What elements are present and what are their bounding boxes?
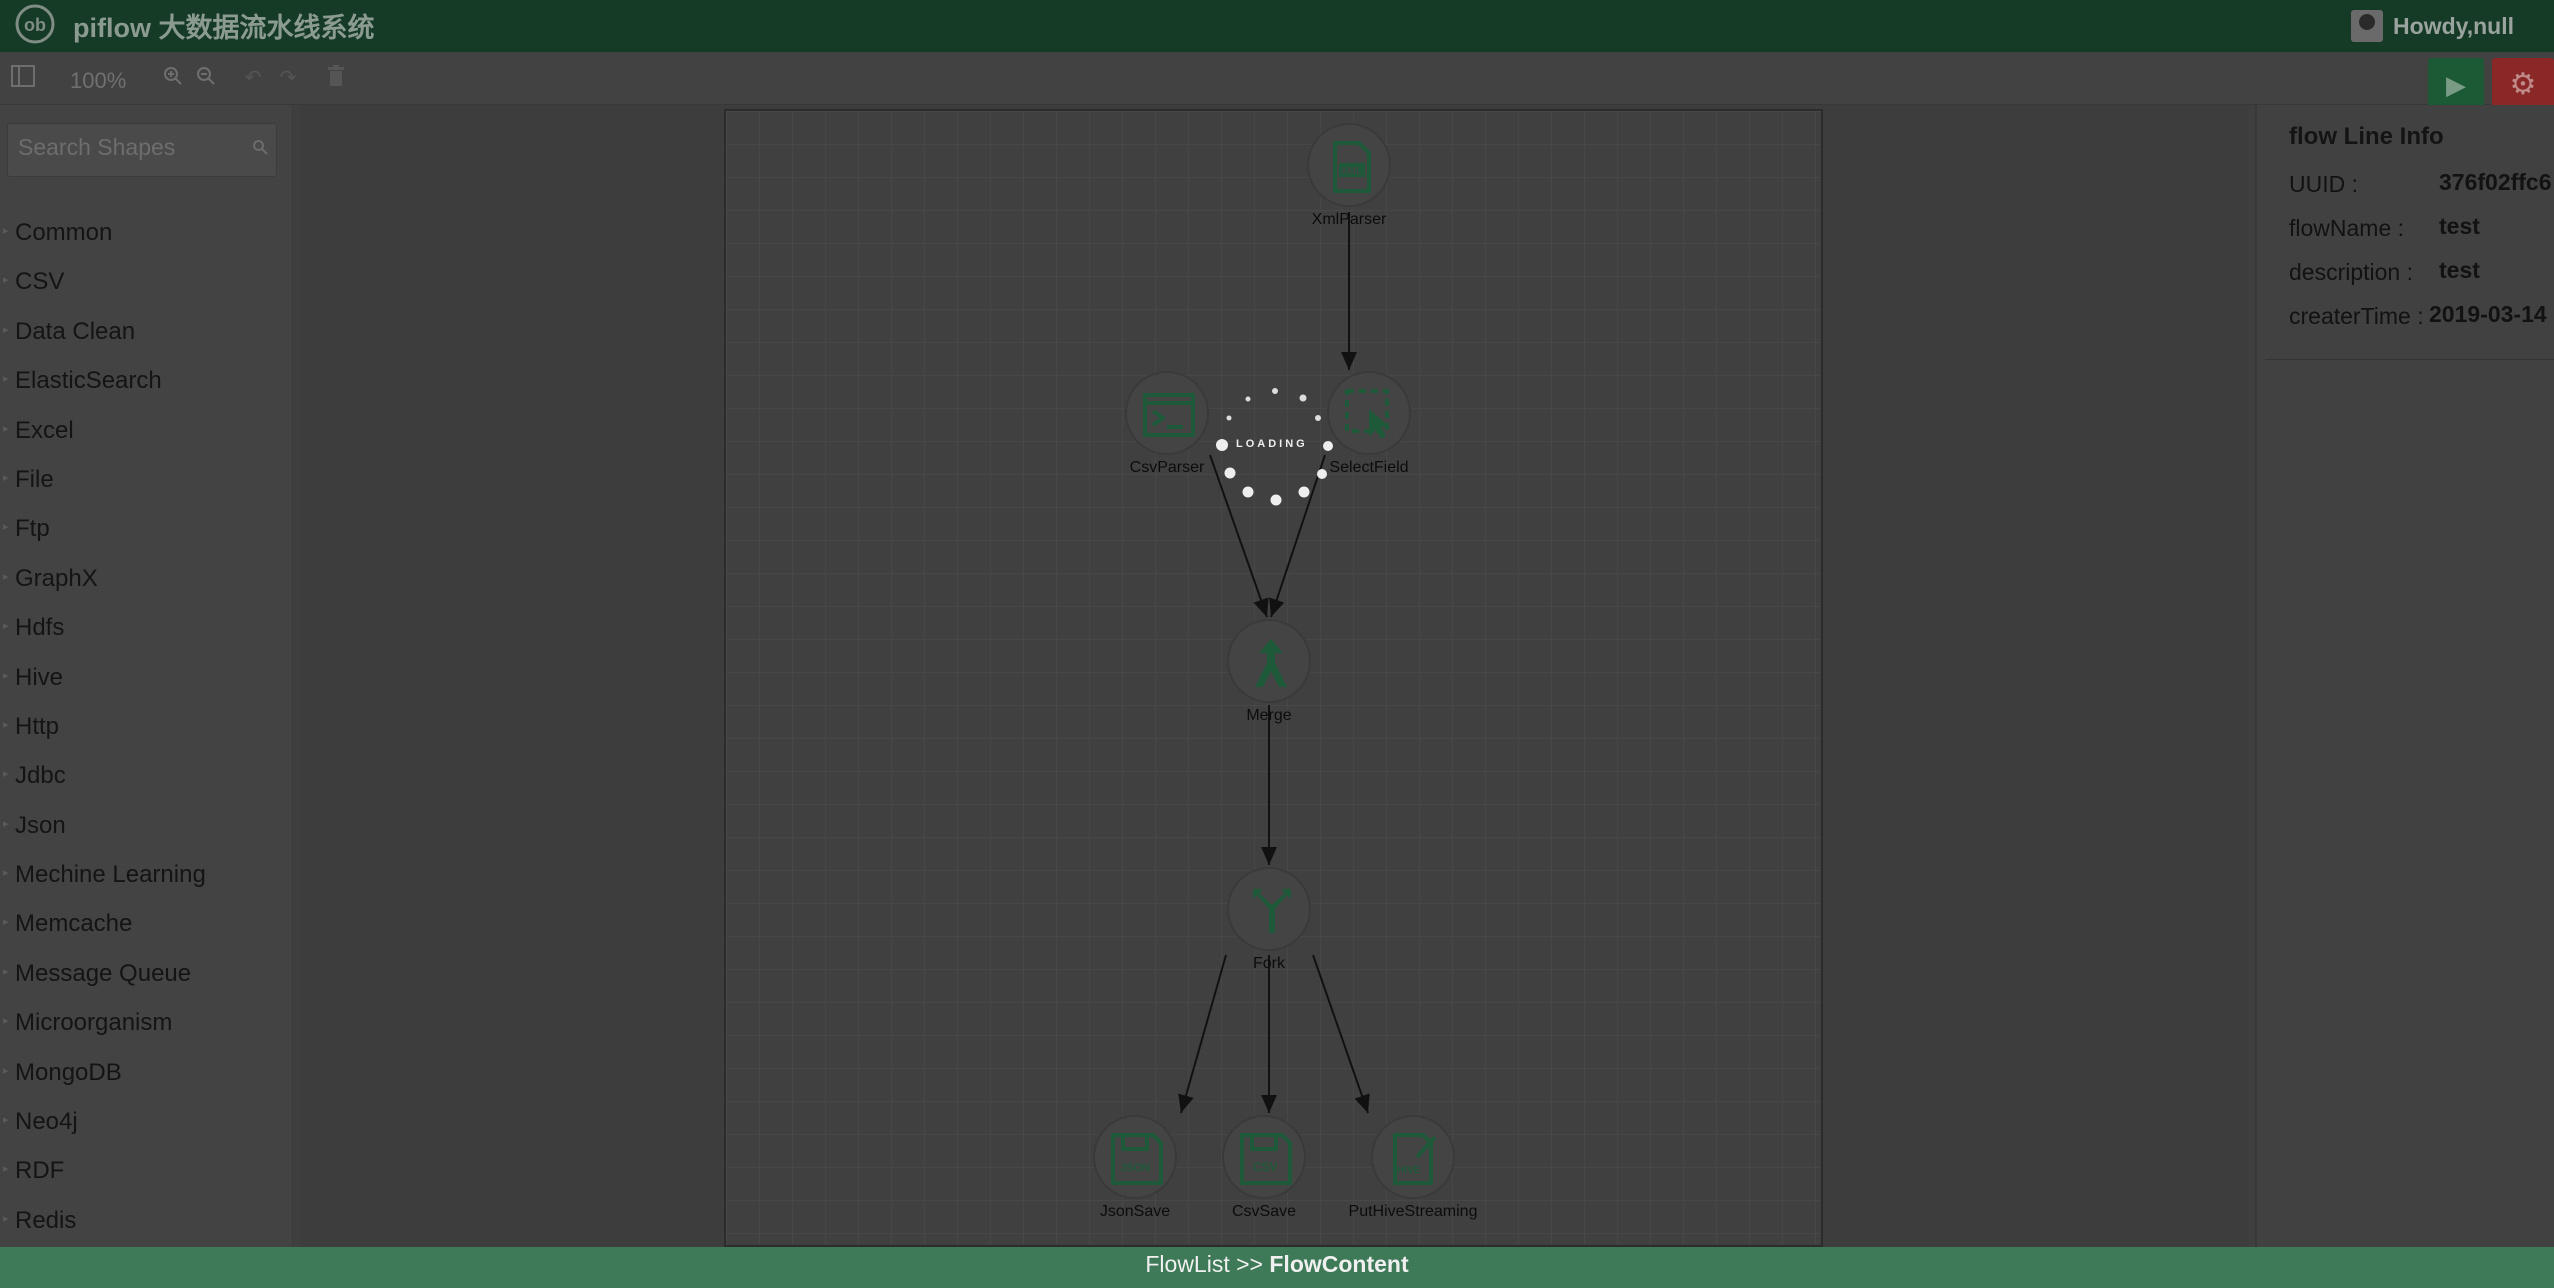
panel-divider <box>2265 359 2554 360</box>
edge-fork-puthivestreaming[interactable] <box>1312 954 1370 1114</box>
loading-spinner: LOADING <box>1210 383 1340 513</box>
info-value: 376f02ffc6 <box>2439 169 2552 195</box>
app-root: ob piflow 大数据流水线系统 Howdy,null 100% ↶ ↷ ▶… <box>0 0 2554 1288</box>
node-circle[interactable] <box>1227 619 1311 703</box>
node-circle[interactable]: CSV <box>1222 1115 1306 1199</box>
info-row-creatertime: createrTime : 2019-03-14 <box>2289 301 2554 343</box>
node-puthivestreaming[interactable]: HIVE PutHiveStreaming <box>1349 1115 1477 1221</box>
info-key: flowName : <box>2289 215 2405 241</box>
node-xmlparser[interactable]: XML XmlParser <box>1304 123 1394 229</box>
node-label: Merge <box>1246 707 1292 724</box>
svg-text:HIVE: HIVE <box>1397 1165 1421 1176</box>
flow-info-panel: flow Line Info UUID : 376f02ffc6 flowNam… <box>2255 105 2554 1247</box>
node-csvparser[interactable]: CsvParser <box>1122 371 1212 477</box>
breadcrumb-parent-link[interactable]: FlowList >> <box>1145 1251 1269 1277</box>
svg-text:JSON: JSON <box>1120 1162 1150 1174</box>
node-merge[interactable]: Merge <box>1224 619 1314 725</box>
info-value: test <box>2439 213 2480 239</box>
info-value: test <box>2439 257 2480 283</box>
node-label: PutHiveStreaming <box>1348 1203 1478 1220</box>
merge-icon <box>1255 639 1287 687</box>
svg-text:CSV: CSV <box>1253 1160 1278 1174</box>
node-circle[interactable]: JSON <box>1093 1115 1177 1199</box>
hive-icon: HIVE <box>1393 1133 1437 1185</box>
info-value: 2019-03-14 <box>2429 301 2547 327</box>
node-csvsave[interactable]: CSV CsvSave <box>1219 1115 1309 1221</box>
loading-text: LOADING <box>1236 438 1308 450</box>
info-row-uuid: UUID : 376f02ffc6 <box>2289 169 2554 211</box>
node-jsonsave[interactable]: JSON JsonSave <box>1090 1115 1180 1221</box>
footer-bar: FlowList >> FlowContent <box>0 1247 2554 1288</box>
info-row-description: description : test <box>2289 257 2554 299</box>
node-fork[interactable]: Fork <box>1224 867 1314 973</box>
node-label: CsvSave <box>1231 1203 1297 1220</box>
node-label: Fork <box>1253 955 1285 972</box>
info-row-flowname: flowName : test <box>2289 213 2554 255</box>
fork-icon <box>1253 889 1291 933</box>
xml-file-icon: XML <box>1333 141 1371 193</box>
breadcrumb: FlowList >> FlowContent <box>0 1247 2554 1281</box>
node-label: XmlParser <box>1311 211 1387 228</box>
breadcrumb-current: FlowContent <box>1269 1251 1409 1277</box>
node-circle[interactable]: XML <box>1307 123 1391 207</box>
node-circle[interactable] <box>1227 867 1311 951</box>
node-circle[interactable]: HIVE <box>1371 1115 1455 1199</box>
panel-title: flow Line Info <box>2289 123 2444 150</box>
csv-save-icon: CSV <box>1240 1133 1292 1185</box>
edge-fork-jsonsave[interactable] <box>1178 954 1227 1114</box>
info-key: UUID : <box>2289 171 2358 197</box>
json-save-icon: JSON <box>1111 1133 1163 1185</box>
node-circle[interactable] <box>1125 371 1209 455</box>
select-cursor-icon <box>1345 389 1390 439</box>
svg-text:XML: XML <box>1341 166 1362 177</box>
terminal-icon <box>1143 393 1195 437</box>
info-key: createrTime : <box>2289 303 2424 329</box>
info-key: description : <box>2289 259 2414 285</box>
